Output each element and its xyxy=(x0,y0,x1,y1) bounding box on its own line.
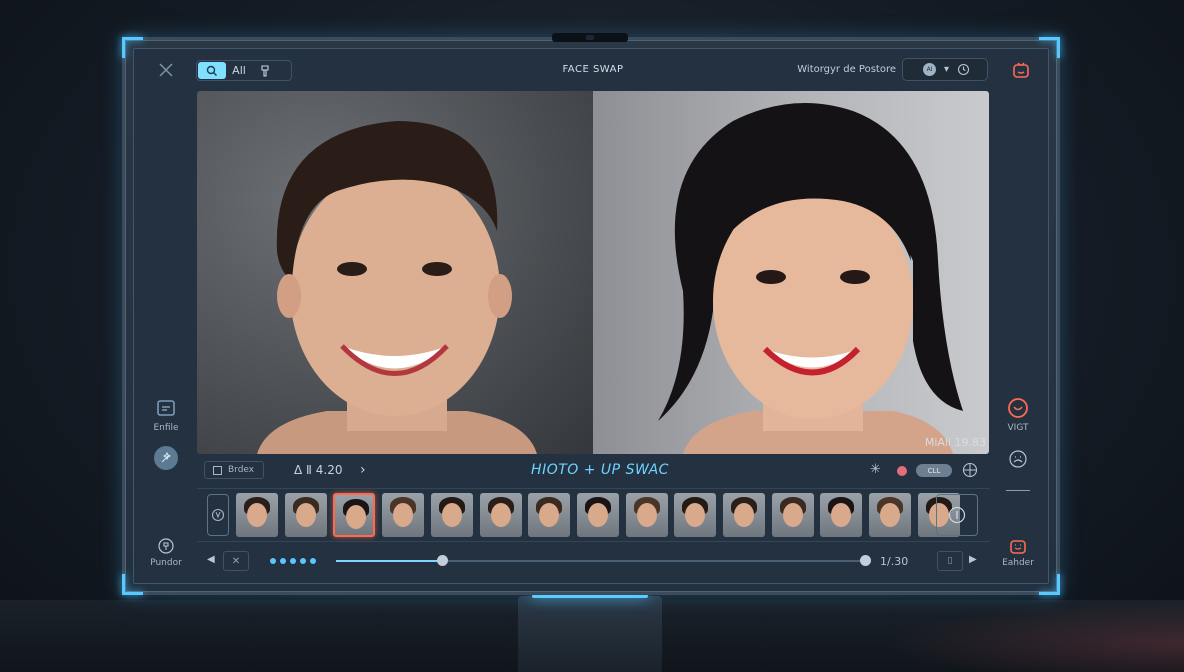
dropdown-icon[interactable]: ▾ xyxy=(944,64,949,75)
result-face-illustration xyxy=(658,103,963,454)
face-thumbnail[interactable] xyxy=(626,493,668,537)
thumbnail-face xyxy=(442,503,462,527)
source-photo[interactable] xyxy=(197,91,593,454)
prev-frame-icon[interactable]: ◀ xyxy=(207,554,215,565)
text-tool-button[interactable]: All xyxy=(226,62,252,79)
face-thumbnail[interactable] xyxy=(528,493,570,537)
monitor-stand xyxy=(518,594,662,672)
checkbox-icon xyxy=(213,465,222,475)
end-clip-button[interactable]: ▯ xyxy=(937,551,963,571)
filmstrip-info-button[interactable] xyxy=(936,494,978,536)
robot-icon[interactable] xyxy=(1010,59,1032,81)
view-button-label: Brdex xyxy=(228,465,255,475)
target-icon[interactable] xyxy=(1006,396,1030,420)
brush-tool-button[interactable] xyxy=(252,62,278,79)
close-clip-button[interactable]: ✕ xyxy=(223,551,249,571)
chevron-right-icon[interactable]: › xyxy=(360,462,366,478)
thumbnail-face xyxy=(783,503,803,527)
left-panel-label-edit: Enfile xyxy=(153,423,179,433)
record-button[interactable] xyxy=(897,466,907,476)
dot xyxy=(290,558,296,564)
thumbnail-face xyxy=(880,503,900,527)
face-thumbnail[interactable] xyxy=(236,493,278,537)
divider xyxy=(1006,490,1030,491)
top-controls: AI ▾ xyxy=(902,58,988,81)
next-frame-icon[interactable]: ▶ xyxy=(969,554,977,565)
face-thumbnail[interactable] xyxy=(820,493,862,537)
dial-icon xyxy=(211,508,225,522)
face-thumbnail[interactable] xyxy=(285,493,327,537)
file-icon: ▯ xyxy=(947,556,953,566)
ai-toggle-label: AI xyxy=(926,66,933,73)
face-thumbnail[interactable] xyxy=(723,493,765,537)
face-thumbnail[interactable] xyxy=(382,493,424,537)
brush-icon xyxy=(261,64,269,77)
tool-group: All xyxy=(196,60,292,81)
thumbnail-face xyxy=(296,503,316,527)
timeline-handle[interactable] xyxy=(437,555,448,566)
dot xyxy=(280,558,286,564)
paint-icon[interactable] xyxy=(154,534,178,558)
toggle-pill-label: CLL xyxy=(927,466,941,475)
thumbnail-face xyxy=(247,503,267,527)
right-panel-label-robot: Eahder xyxy=(1002,558,1034,568)
ai-toggle-button[interactable]: AI xyxy=(923,63,936,76)
face-thumbnail[interactable] xyxy=(333,493,375,537)
magic-icon[interactable] xyxy=(154,446,178,470)
view-button[interactable]: Brdex xyxy=(204,461,264,479)
mode-title: HIOTO + UP SWAC xyxy=(531,462,669,478)
text-tool-label: All xyxy=(232,64,246,77)
face-icon[interactable] xyxy=(1006,447,1030,471)
photo-overlay-label: MiAll 19.83 xyxy=(924,436,986,449)
sparkle-icon[interactable]: ✳ xyxy=(870,462,881,477)
thumbnail-face xyxy=(346,505,366,529)
filmstrip-prev-button[interactable] xyxy=(207,494,229,536)
face-thumbnail[interactable] xyxy=(577,493,619,537)
edit-icon[interactable] xyxy=(154,396,178,420)
info-icon xyxy=(948,506,966,524)
thumbnail-face xyxy=(831,503,851,527)
thumbnail-face xyxy=(734,503,754,527)
dot xyxy=(270,558,276,564)
close-icon[interactable] xyxy=(154,58,178,82)
dot xyxy=(300,558,306,564)
toggle-pill[interactable]: CLL xyxy=(916,464,952,477)
thumbnail-face xyxy=(637,503,657,527)
globe-icon[interactable] xyxy=(961,461,979,479)
face-thumbnail[interactable] xyxy=(480,493,522,537)
app-title: FACE SWAP xyxy=(562,64,624,75)
clock-icon[interactable] xyxy=(957,63,970,76)
face-thumbnail[interactable] xyxy=(772,493,814,537)
robot-icon[interactable] xyxy=(1006,534,1030,558)
source-face-illustration xyxy=(257,121,537,454)
thumbnail-face xyxy=(539,503,559,527)
progress-dots xyxy=(270,558,316,564)
close-icon: ✕ xyxy=(231,555,241,567)
thumbnail-face xyxy=(588,503,608,527)
status-text: Witorgyr de Postore xyxy=(797,64,896,75)
face-thumbnail[interactable] xyxy=(431,493,473,537)
face-thumbnail[interactable] xyxy=(869,493,911,537)
face-thumbnail[interactable] xyxy=(674,493,716,537)
result-photo[interactable] xyxy=(593,91,989,454)
zoom-readout: Δ Ⅱ 4.20 xyxy=(294,463,343,477)
thumbnail-face xyxy=(491,503,511,527)
time-readout: 1/.30 xyxy=(880,555,909,568)
search-tool-button[interactable] xyxy=(198,62,226,79)
timeline-end-handle[interactable] xyxy=(860,555,871,566)
left-panel-label-paint: Pundor xyxy=(150,558,182,568)
right-panel-label-target: VIGT xyxy=(1007,423,1029,433)
dot xyxy=(310,558,316,564)
webcam xyxy=(552,33,628,42)
thumbnail-face xyxy=(685,503,705,527)
thumbnail-face xyxy=(393,503,413,527)
search-icon xyxy=(206,65,217,76)
timeline-fill xyxy=(336,560,442,562)
